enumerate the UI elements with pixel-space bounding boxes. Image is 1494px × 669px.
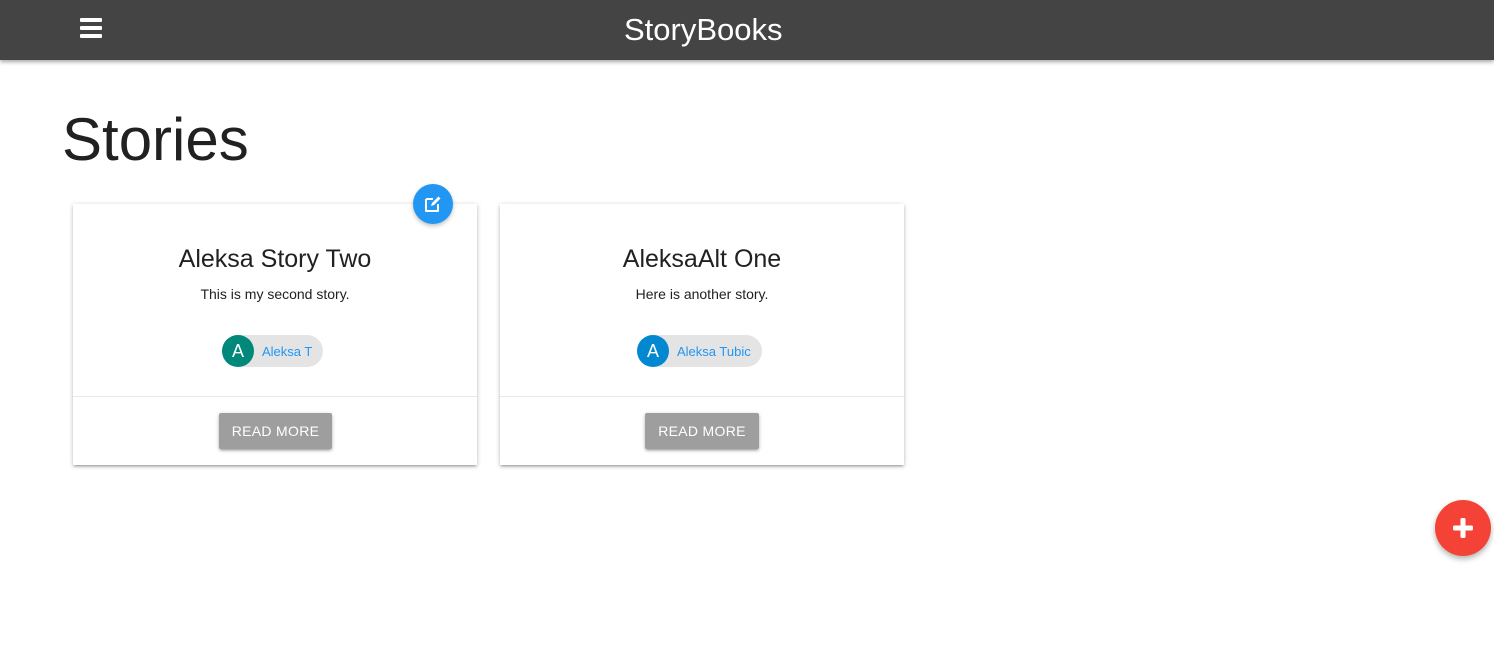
avatar: A [637,335,669,367]
add-story-button[interactable] [1435,500,1491,556]
read-more-button[interactable]: READ MORE [645,413,759,449]
edit-story-button[interactable] [413,184,453,224]
card-action: READ MORE [73,396,477,466]
author-chip[interactable]: A Aleksa Tubic [637,335,762,367]
story-card: AleksaAlt One Here is another story. A A… [500,204,904,465]
top-navbar: StoryBooks [0,0,1494,60]
card-action: READ MORE [500,396,904,466]
story-body: This is my second story. [200,286,350,302]
hamburger-menu-icon[interactable] [80,18,102,38]
brand-logo[interactable]: StoryBooks [624,0,783,60]
page-title: Stories [62,106,249,173]
author-name[interactable]: Aleksa Tubic [677,344,751,359]
story-body: Here is another story. [635,286,769,302]
avatar: A [222,335,254,367]
author-name[interactable]: Aleksa T [262,344,312,359]
story-title: Aleksa Story Two [178,245,372,273]
edit-icon [425,196,441,212]
author-chip[interactable]: A Aleksa T [222,335,323,367]
story-card: Aleksa Story Two This is my second story… [73,204,477,465]
card-content: AleksaAlt One Here is another story. A A… [500,204,904,396]
card-content: Aleksa Story Two This is my second story… [73,204,477,396]
read-more-button[interactable]: READ MORE [219,413,332,449]
story-title: AleksaAlt One [622,245,782,273]
plus-icon [1453,518,1473,538]
